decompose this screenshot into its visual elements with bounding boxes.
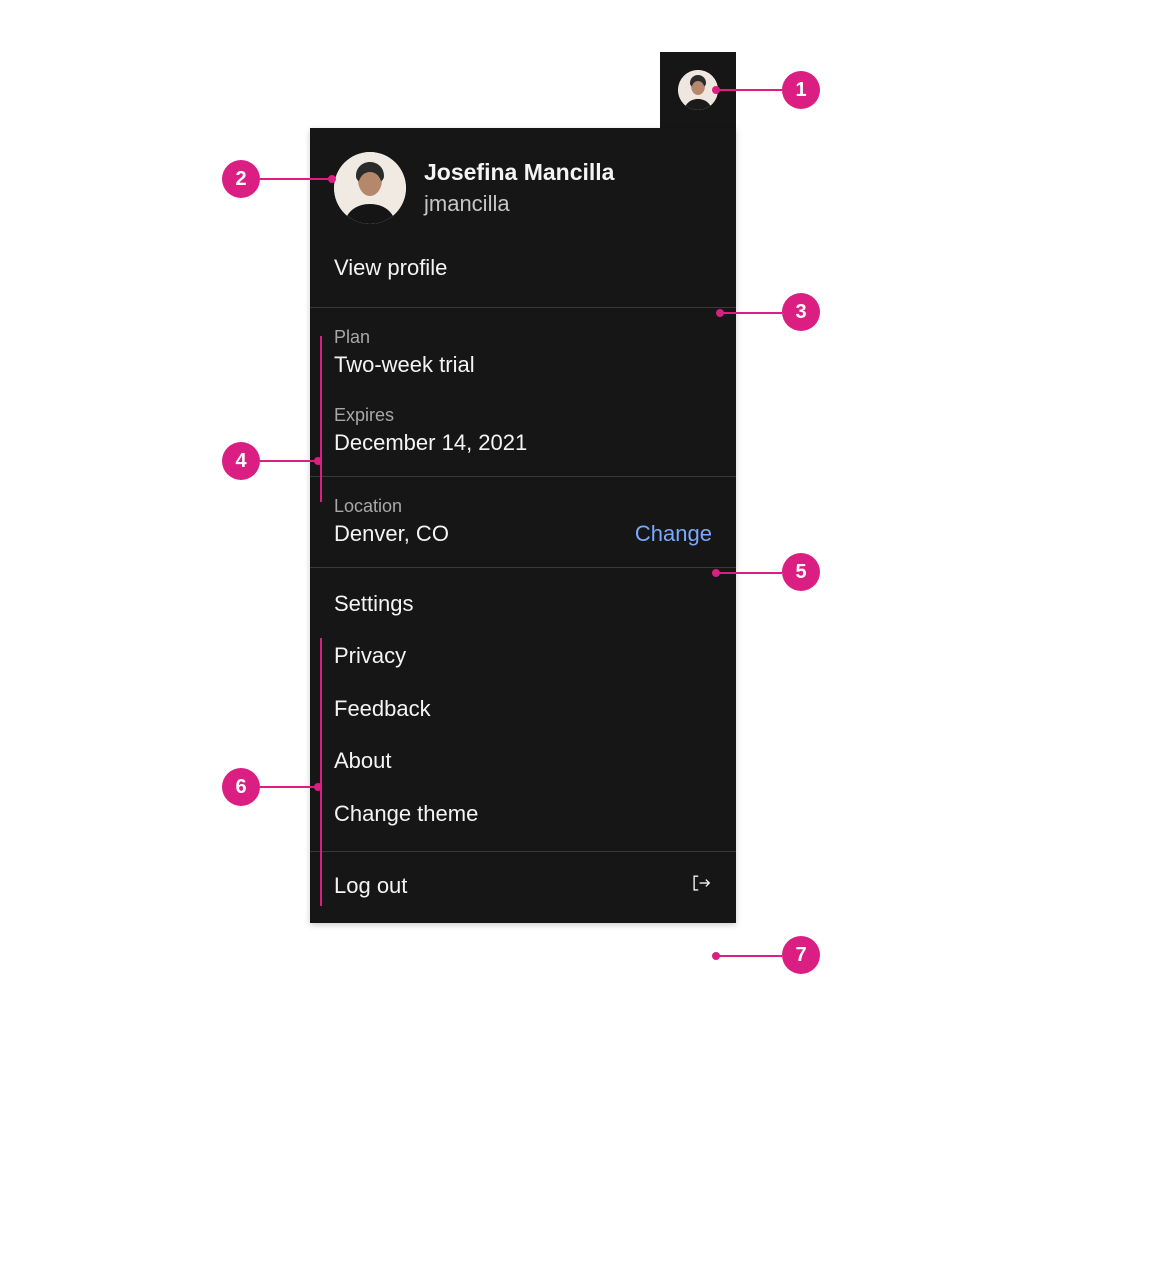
- location-value: Denver, CO: [334, 520, 449, 549]
- annotation-badge-6: 6: [222, 768, 260, 806]
- logout-label: Log out: [334, 872, 407, 901]
- annotation-bracket: [320, 638, 322, 906]
- menu-item-change-theme[interactable]: Change theme: [310, 788, 736, 841]
- menu-item-feedback[interactable]: Feedback: [310, 683, 736, 736]
- annotation-leader: [716, 89, 782, 91]
- profile-display-name: Josefina Mancilla: [424, 158, 614, 188]
- change-location-link[interactable]: Change: [635, 520, 712, 549]
- location-label: Location: [334, 495, 449, 518]
- annotation-badge-7: 7: [782, 936, 820, 974]
- logout-icon: [690, 872, 712, 902]
- annotation-badge-2: 2: [222, 160, 260, 198]
- annotation-leader: [260, 178, 332, 180]
- annotation-leader: [260, 786, 318, 788]
- annotation-badge-5: 5: [782, 553, 820, 591]
- expires-block: Expires December 14, 2021: [310, 398, 736, 476]
- annotation-badge-3: 3: [782, 293, 820, 331]
- location-block: Location Denver, CO Change: [310, 477, 736, 567]
- plan-value: Two-week trial: [334, 351, 712, 380]
- profile-username: jmancilla: [424, 190, 614, 219]
- plan-block: Plan Two-week trial: [310, 308, 736, 398]
- annotation-leader: [716, 572, 782, 574]
- menu-item-about[interactable]: About: [310, 735, 736, 788]
- annotation-badge-4: 4: [222, 442, 260, 480]
- annotation-bracket: [320, 336, 322, 502]
- annotation-leader: [716, 955, 782, 957]
- profile-header: Josefina Mancilla jmancilla: [310, 128, 736, 244]
- avatar-icon: [334, 152, 406, 224]
- expires-value: December 14, 2021: [334, 429, 712, 458]
- annotation-leader: [720, 312, 782, 314]
- menu-item-privacy[interactable]: Privacy: [310, 630, 736, 683]
- expires-label: Expires: [334, 404, 712, 427]
- logout-button[interactable]: Log out: [310, 852, 736, 924]
- annotation-badge-1: 1: [782, 71, 820, 109]
- annotation-leader: [260, 460, 318, 462]
- user-menu-panel: Josefina Mancilla jmancilla View profile…: [310, 128, 736, 923]
- view-profile-link[interactable]: View profile: [310, 244, 736, 307]
- profile-text: Josefina Mancilla jmancilla: [424, 158, 614, 218]
- menu-list: Settings Privacy Feedback About Change t…: [310, 568, 736, 851]
- menu-item-settings[interactable]: Settings: [310, 578, 736, 631]
- plan-label: Plan: [334, 326, 712, 349]
- avatar-large: [334, 152, 406, 224]
